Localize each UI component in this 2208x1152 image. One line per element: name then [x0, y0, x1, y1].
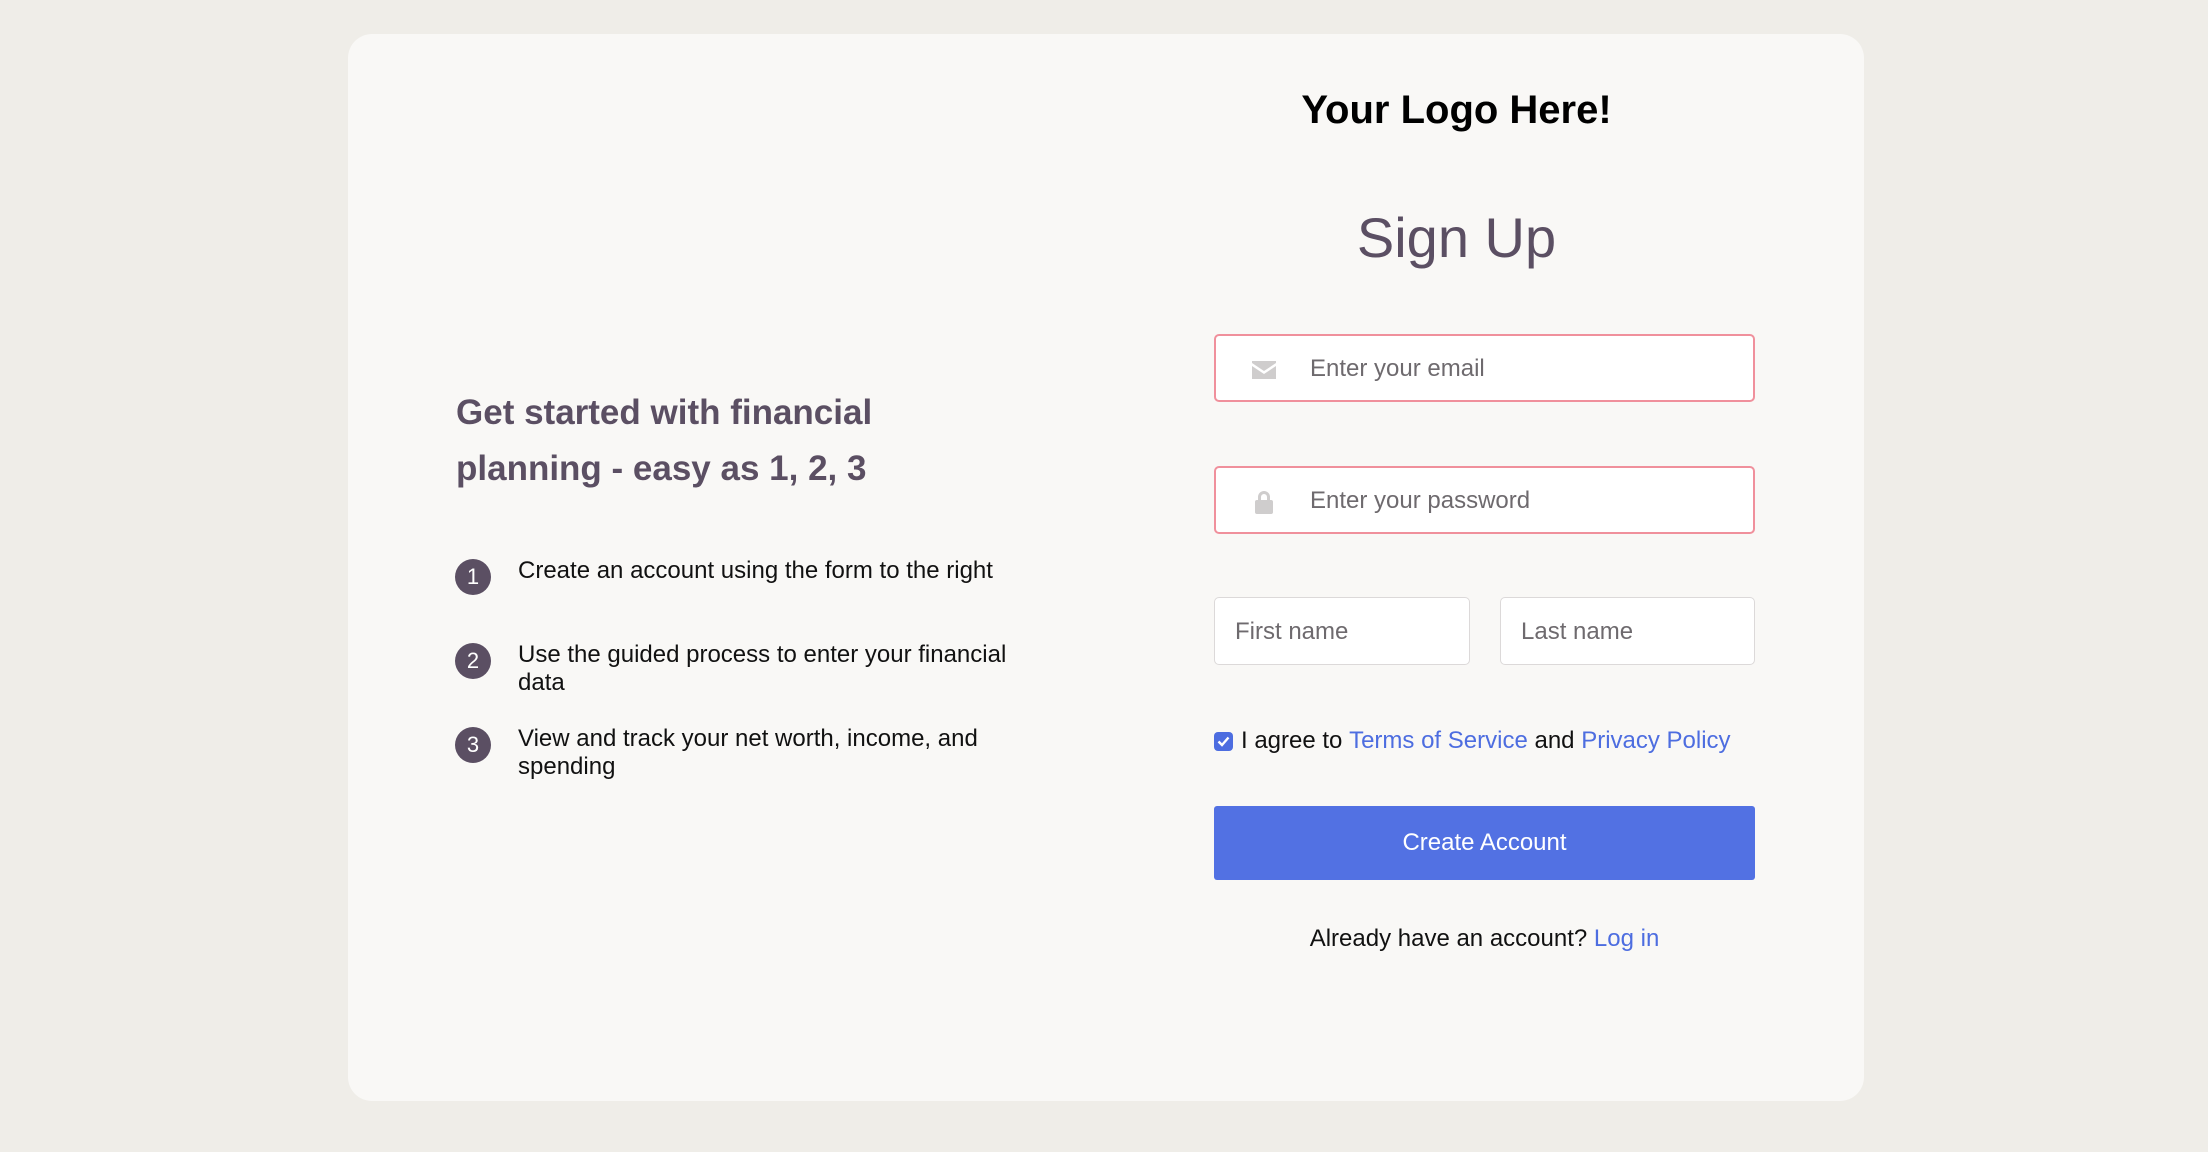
login-prompt-row: Already have an account? Log in [1214, 925, 1755, 953]
step-number-badge: 1 [455, 559, 491, 595]
steps-list: 1 Create an account using the form to th… [455, 557, 1015, 809]
step-item: 3 View and track your net worth, income,… [455, 725, 1015, 809]
lock-icon [1255, 491, 1273, 514]
first-name-input[interactable] [1233, 598, 1437, 665]
last-name-input[interactable] [1519, 598, 1723, 665]
step-text: Use the guided process to enter your fin… [518, 641, 1007, 696]
page-title: Sign Up [1356, 206, 1557, 269]
step-number-badge: 2 [455, 643, 491, 679]
email-input[interactable] [1308, 336, 1742, 402]
password-field[interactable] [1214, 466, 1755, 534]
agree-conjunction: and [1534, 727, 1575, 754]
create-account-button[interactable]: Create Account [1214, 806, 1755, 880]
password-input[interactable] [1308, 468, 1742, 534]
logo: Your Logo Here! [1301, 88, 1612, 132]
privacy-policy-link[interactable]: Privacy Policy [1581, 724, 1730, 758]
envelope-icon [1252, 361, 1276, 379]
step-item: 2 Use the guided process to enter your f… [455, 641, 1015, 725]
agree-row: I agree to Terms of Service and Privacy … [1214, 724, 1731, 758]
login-prompt: Already have an account? [1309, 925, 1588, 952]
last-name-field[interactable] [1500, 597, 1755, 665]
intro-heading: Get started with financial planning - ea… [456, 393, 873, 488]
email-field[interactable] [1214, 334, 1755, 402]
step-text: Create an account using the form to the … [518, 557, 993, 584]
step-number-badge: 3 [455, 727, 491, 763]
first-name-field[interactable] [1214, 597, 1470, 665]
step-item: 1 Create an account using the form to th… [455, 557, 1015, 641]
terms-of-service-link[interactable]: Terms of Service [1349, 724, 1528, 758]
login-link[interactable]: Log in [1594, 925, 1659, 952]
checkmark-icon [1217, 736, 1230, 747]
agree-prefix: I agree to [1241, 727, 1343, 754]
step-text: View and track your net worth, income, a… [518, 725, 978, 780]
agree-checkbox[interactable] [1214, 731, 1233, 751]
